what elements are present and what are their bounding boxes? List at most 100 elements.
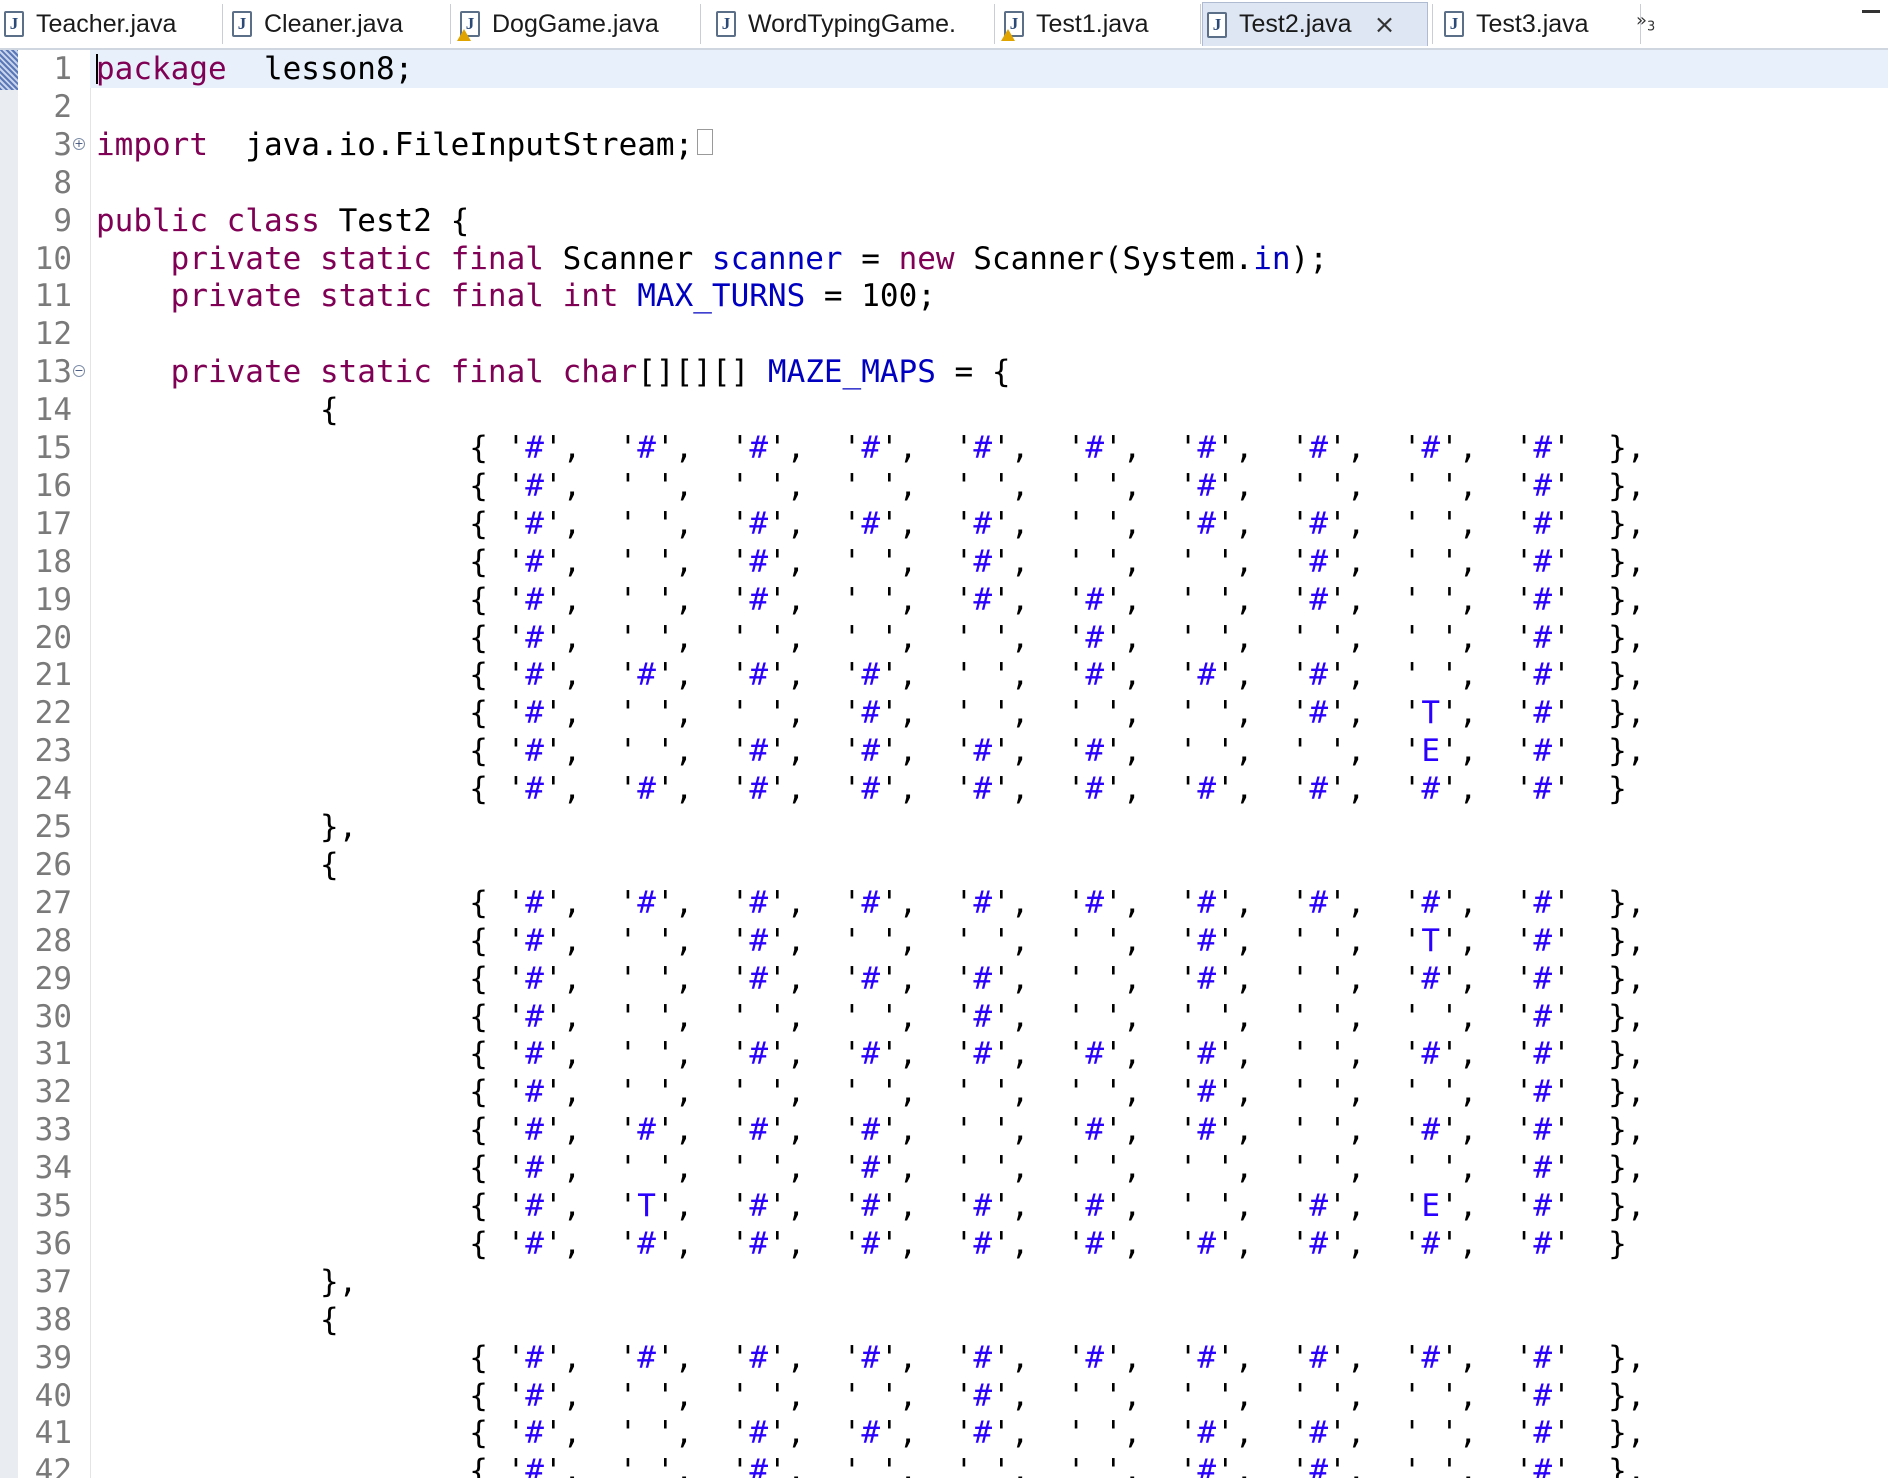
line-number: 21	[34, 657, 72, 694]
code-line: 2	[0, 88, 1888, 126]
code-line: 14 {	[0, 391, 1888, 429]
line-number: 30	[34, 998, 72, 1035]
editor-tab-bar: J Teacher.java J Cleaner.java J DogGame.java J…	[0, 0, 1888, 50]
tab-test3[interactable]: J Test3.java	[1440, 2, 1636, 46]
tab-overflow-button[interactable]: »3	[1636, 10, 1655, 35]
code-text: { '#', ' ', ' ', ' ', ' ', '#', ' ', ' '…	[96, 619, 1646, 656]
code-text: { '#', ' ', ' ', ' ', ' ', ' ', '#', ' '…	[96, 467, 1646, 504]
java-file-icon: J	[1444, 11, 1464, 37]
tab-wordtypinggame[interactable]: J WordTypingGame.	[712, 2, 990, 46]
code-text: {	[96, 392, 339, 429]
line-number: 8	[53, 164, 72, 201]
line-number: 19	[34, 581, 72, 618]
collapse-fold-icon[interactable]: −	[73, 365, 85, 378]
tab-separator	[700, 4, 701, 44]
code-text: {	[96, 1301, 339, 1338]
code-text: private static final int MAX_TURNS = 100…	[170, 278, 936, 315]
text-cursor	[96, 54, 98, 84]
line-number: 29	[34, 960, 72, 997]
code-line: 28 { '#', ' ', '#', ' ', ' ', ' ', '#', …	[0, 922, 1888, 960]
line-number: 26	[34, 846, 72, 883]
code-line: 16 { '#', ' ', ' ', ' ', ' ', ' ', '#', …	[0, 467, 1888, 505]
collapsed-imports-marker[interactable]	[697, 128, 714, 155]
code-line: 42 { '#', ' ', '#', ' ', ' ', ' ', '#', …	[0, 1452, 1888, 1478]
tab-label: Teacher.java	[36, 9, 177, 38]
code-text: { '#', '#', '#', '#', '#', '#', '#', '#'…	[96, 1225, 1627, 1262]
tab-test2[interactable]: J Test2.java ×	[1202, 2, 1428, 46]
code-text: { '#', '#', '#', '#', ' ', '#', '#', '#'…	[96, 657, 1646, 694]
code-text: { '#', '#', '#', '#', '#', '#', '#', '#'…	[96, 430, 1646, 466]
code-line: 35 { '#', 'T', '#', '#', '#', '#', ' ', …	[0, 1187, 1888, 1225]
tab-label: Test1.java	[1036, 9, 1149, 38]
line-number: 41	[34, 1415, 72, 1452]
code-line: 33 { '#', '#', '#', '#', ' ', '#', '#', …	[0, 1111, 1888, 1149]
line-number: 32	[34, 1074, 72, 1111]
tab-doggame[interactable]: J DogGame.java	[456, 2, 696, 46]
code-line: 9 public class Test2 {	[0, 202, 1888, 240]
expand-fold-icon[interactable]: +	[73, 137, 85, 150]
tab-label: DogGame.java	[492, 9, 659, 38]
code-text: package lesson8;	[96, 51, 414, 87]
tab-test1[interactable]: J Test1.java	[1000, 2, 1196, 46]
warning-icon	[1001, 29, 1015, 41]
code-line: 13− private static final char[][][] MAZE…	[0, 353, 1888, 391]
code-line: 26 {	[0, 846, 1888, 884]
line-number: 28	[34, 922, 72, 959]
code-editor[interactable]: 1 package lesson8; 2 3 + import java.io.FileI…	[0, 50, 1888, 1478]
line-number: 31	[34, 1036, 72, 1073]
java-file-icon: J	[1001, 11, 1024, 41]
code-line: 32 { '#', ' ', ' ', ' ', ' ', ' ', '#', …	[0, 1073, 1888, 1111]
line-number: 13	[34, 354, 72, 391]
tab-label: Test2.java	[1239, 10, 1352, 38]
code-line: 10 private static final Scanner scanner …	[0, 240, 1888, 278]
line-number: 36	[34, 1225, 72, 1262]
line-number: 27	[34, 884, 72, 921]
line-number: 15	[34, 430, 72, 466]
line-number: 34	[34, 1150, 72, 1187]
tab-teacher[interactable]: J Teacher.java	[0, 2, 218, 46]
code-text: { '#', ' ', '#', ' ', ' ', ' ', '#', ' '…	[96, 922, 1646, 959]
line-number: 25	[34, 809, 72, 845]
code-line: 29 { '#', ' ', '#', '#', '#', ' ', '#', …	[0, 960, 1888, 998]
line-number: 2	[53, 88, 72, 125]
code-text: },	[96, 809, 358, 845]
code-text: },	[96, 1263, 358, 1300]
overflow-count: 3	[1647, 19, 1656, 35]
tab-separator	[1200, 4, 1201, 44]
code-line: 25 },	[0, 808, 1888, 846]
code-text: { '#', ' ', ' ', ' ', ' ', ' ', '#', ' '…	[96, 1074, 1646, 1111]
code-line: 37 },	[0, 1263, 1888, 1301]
code-line: 39 { '#', '#', '#', '#', '#', '#', '#', …	[0, 1339, 1888, 1377]
tab-label: WordTypingGame.	[748, 9, 956, 38]
java-file-icon: J	[457, 11, 480, 41]
code-line: 40 { '#', ' ', ' ', ' ', '#', ' ', ' ', …	[0, 1377, 1888, 1415]
line-number: 42	[34, 1453, 72, 1478]
tab-separator	[450, 4, 451, 44]
close-tab-icon[interactable]: ×	[1374, 10, 1396, 40]
code-line: 20 { '#', ' ', ' ', ' ', ' ', '#', ' ', …	[0, 619, 1888, 657]
line-number: 23	[34, 733, 72, 770]
code-line: 27 { '#', '#', '#', '#', '#', '#', '#', …	[0, 884, 1888, 922]
line-number: 14	[34, 392, 72, 429]
code-line: 19 { '#', ' ', '#', ' ', '#', '#', ' ', …	[0, 581, 1888, 619]
code-text: private static final char[][][] MAZE_MAP…	[170, 354, 1011, 391]
code-text: {	[96, 846, 339, 883]
tab-separator	[994, 4, 995, 44]
code-text: { '#', '#', '#', '#', ' ', '#', '#', ' '…	[96, 1112, 1646, 1149]
code-text: { '#', ' ', '#', ' ', ' ', ' ', '#', '#'…	[96, 1453, 1646, 1478]
tab-label: Cleaner.java	[264, 9, 403, 38]
code-text: { '#', ' ', ' ', '#', ' ', ' ', ' ', '#'…	[96, 695, 1646, 732]
warning-icon	[457, 29, 471, 41]
line-number: 20	[34, 619, 72, 656]
tab-label: Test3.java	[1476, 9, 1589, 38]
line-number: 11	[34, 278, 72, 315]
code-text: { '#', ' ', '#', '#', '#', '#', '#', ' '…	[96, 1036, 1646, 1073]
code-text: { '#', '#', '#', '#', '#', '#', '#', '#'…	[96, 771, 1627, 808]
minimize-icon[interactable]	[1862, 10, 1880, 13]
code-text: { '#', ' ', '#', '#', '#', ' ', '#', '#'…	[96, 1415, 1646, 1452]
tab-cleaner[interactable]: J Cleaner.java	[228, 2, 446, 46]
code-text: { '#', ' ', '#', ' ', '#', '#', ' ', '#'…	[96, 581, 1646, 618]
code-line: 17 { '#', ' ', '#', '#', '#', ' ', '#', …	[0, 505, 1888, 543]
code-text: { '#', '#', '#', '#', '#', '#', '#', '#'…	[96, 884, 1646, 921]
code-text: { '#', ' ', '#', ' ', '#', ' ', ' ', '#'…	[96, 543, 1646, 580]
